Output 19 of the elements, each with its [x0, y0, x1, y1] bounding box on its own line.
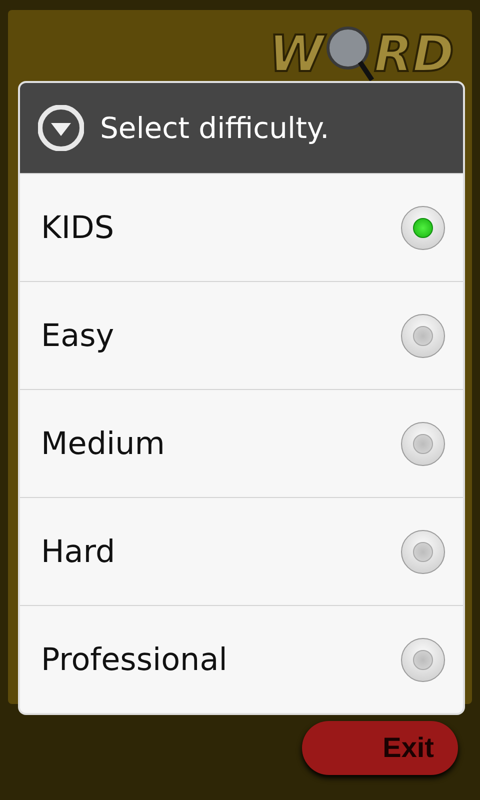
option-label: Medium [41, 426, 165, 462]
difficulty-option[interactable]: Medium [20, 389, 463, 497]
dropdown-icon [38, 105, 84, 151]
option-label: Hard [41, 534, 116, 570]
difficulty-option[interactable]: KIDS [20, 173, 463, 281]
logo-text: RD [374, 29, 454, 79]
difficulty-option[interactable]: Easy [20, 281, 463, 389]
logo-text: W [268, 29, 324, 79]
dialog-title: Select difficulty. [100, 111, 330, 145]
radio-button[interactable] [401, 422, 445, 466]
option-label: Professional [41, 642, 228, 678]
radio-button[interactable] [401, 206, 445, 250]
radio-button[interactable] [401, 314, 445, 358]
option-label: Easy [41, 318, 114, 354]
difficulty-option[interactable]: Professional [20, 605, 463, 713]
option-label: KIDS [41, 210, 114, 246]
radio-button[interactable] [401, 530, 445, 574]
radio-button[interactable] [401, 638, 445, 682]
difficulty-option[interactable]: Hard [20, 497, 463, 605]
